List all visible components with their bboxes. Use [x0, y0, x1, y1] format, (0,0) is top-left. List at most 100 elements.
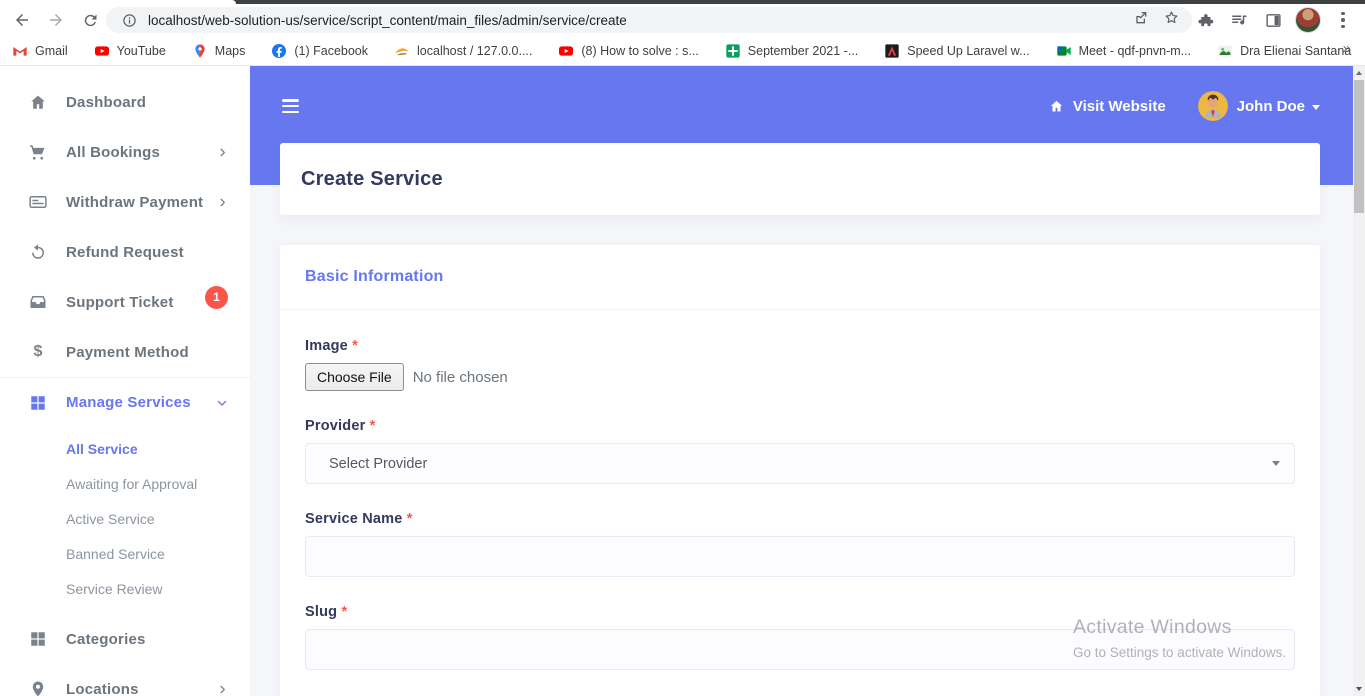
- payment-card-icon: [28, 193, 48, 211]
- bookmarks-bar: Gmail YouTube Maps (1) Facebook localhos…: [0, 36, 1365, 66]
- provider-select-value: Select Provider: [329, 455, 428, 472]
- chevron-down-icon: [216, 397, 228, 409]
- bookmark-howtosolve[interactable]: (8) How to solve : s...: [558, 43, 699, 59]
- slug-field-group: Slug *: [305, 604, 1295, 670]
- section-title: Basic Information: [305, 268, 444, 285]
- back-arrow-icon: [16, 14, 28, 26]
- sidebar-item-withdraw-payment[interactable]: Withdraw Payment: [0, 177, 250, 227]
- chevron-right-icon: [217, 197, 228, 208]
- sidebar-item-label: Support Ticket: [66, 293, 174, 311]
- browser-toolbar: localhost/web-solution-us/service/script…: [0, 4, 1365, 36]
- provider-select[interactable]: Select Provider: [305, 443, 1295, 484]
- bookmark-dra-elienai[interactable]: Dra Elienai Santana: [1217, 43, 1351, 59]
- scrollbar-thumb[interactable]: [1354, 80, 1364, 213]
- scrollbar-up-arrow[interactable]: [1353, 66, 1365, 80]
- hamburger-menu-icon[interactable]: [282, 99, 299, 113]
- sidebar-item-dashboard[interactable]: Dashboard: [0, 77, 250, 127]
- visit-website-link[interactable]: Visit Website: [1048, 98, 1166, 115]
- bookmark-laravel[interactable]: Speed Up Laravel w...: [884, 43, 1030, 59]
- undo-refund-icon: [28, 243, 48, 261]
- page-scrollbar[interactable]: [1353, 66, 1365, 696]
- sidebar-item-payment-method[interactable]: $ Payment Method: [0, 327, 250, 377]
- sidebar-item-label: Manage Services: [66, 394, 191, 411]
- browser-profile-avatar[interactable]: [1295, 7, 1321, 33]
- submenu-item-banned-service[interactable]: Banned Service: [0, 536, 250, 571]
- submenu-item-service-review[interactable]: Service Review: [0, 571, 250, 606]
- choose-file-button[interactable]: Choose File: [305, 363, 404, 391]
- bookmark-label: YouTube: [116, 43, 166, 58]
- youtube-icon: [94, 43, 110, 59]
- bookmarks-overflow-chevron[interactable]: »: [1343, 40, 1351, 57]
- sidebar-item-categories[interactable]: Categories: [0, 614, 250, 664]
- bookmark-youtube[interactable]: YouTube: [94, 43, 166, 59]
- youtube-icon: [558, 43, 574, 59]
- bookmark-september[interactable]: September 2021 -...: [725, 43, 858, 59]
- visit-website-label: Visit Website: [1072, 97, 1166, 115]
- slug-input[interactable]: [305, 629, 1295, 670]
- extensions-puzzle-icon[interactable]: [1193, 8, 1217, 32]
- chevron-right-icon: [217, 147, 228, 158]
- back-button[interactable]: [10, 8, 34, 32]
- required-mark: *: [352, 338, 358, 354]
- submenu-item-all-service[interactable]: All Service: [0, 431, 250, 466]
- reload-button[interactable]: [78, 8, 102, 32]
- provider-label: Provider *: [305, 418, 376, 434]
- media-playlist-icon[interactable]: [1227, 8, 1251, 32]
- laravel-article-icon: [884, 43, 900, 59]
- toolbar-right-cluster: [1193, 4, 1365, 36]
- file-status-text: No file chosen: [412, 368, 508, 386]
- user-menu[interactable]: John Doe: [1237, 98, 1320, 115]
- url-text[interactable]: localhost/web-solution-us/service/script…: [148, 13, 1133, 28]
- bookmark-label: Speed Up Laravel w...: [907, 43, 1030, 58]
- sidebar-item-locations[interactable]: Locations: [0, 664, 250, 696]
- service-name-field-group: Service Name *: [305, 511, 1295, 577]
- facebook-icon: [271, 43, 287, 59]
- google-meet-icon: [1056, 43, 1072, 59]
- submenu-item-active-service[interactable]: Active Service: [0, 501, 250, 536]
- scrollbar-down-arrow[interactable]: [1353, 682, 1365, 696]
- site-info-icon[interactable]: [120, 11, 138, 29]
- bookmark-star-icon[interactable]: [1163, 9, 1180, 31]
- chrome-menu-icon[interactable]: [1331, 8, 1355, 32]
- bookmark-phpmyadmin[interactable]: localhost / 127.0.0....: [394, 43, 532, 59]
- grid-icon: [28, 394, 48, 412]
- sidebar-item-label: Refund Request: [66, 243, 184, 261]
- home-icon: [1050, 100, 1062, 111]
- sidebar: Dashboard All Bookings Withdraw Payment …: [0, 66, 250, 696]
- bookmark-label: (8) How to solve : s...: [581, 43, 699, 58]
- user-avatar[interactable]: [1197, 91, 1228, 121]
- address-bar[interactable]: localhost/web-solution-us/service/script…: [106, 7, 1192, 33]
- site-favicon: [1217, 43, 1233, 59]
- required-mark: *: [341, 604, 348, 620]
- calendar-app-icon: [725, 43, 741, 59]
- submenu-item-awaiting-approval[interactable]: Awaiting for Approval: [0, 466, 250, 501]
- sidebar-item-all-bookings[interactable]: All Bookings: [0, 127, 250, 177]
- page-viewport: Dashboard All Bookings Withdraw Payment …: [0, 66, 1365, 696]
- sidebar-item-refund-request[interactable]: Refund Request: [0, 227, 250, 277]
- service-name-input[interactable]: [305, 536, 1295, 577]
- forward-button[interactable]: [44, 8, 68, 32]
- required-mark: *: [369, 418, 376, 434]
- gmail-icon: [12, 43, 28, 59]
- side-panel-icon[interactable]: [1261, 8, 1285, 32]
- chevron-right-icon: [217, 684, 228, 695]
- home-icon: [28, 93, 48, 111]
- sidebar-item-label: Locations: [66, 680, 139, 696]
- bookmark-label: localhost / 127.0.0....: [417, 43, 533, 58]
- bookmark-gmail[interactable]: Gmail: [12, 43, 68, 59]
- inbox-ticket-icon: [28, 293, 48, 311]
- bookmark-meet[interactable]: Meet - qdf-pnvn-m...: [1056, 43, 1192, 59]
- user-name: John Doe: [1236, 97, 1305, 115]
- sidebar-item-manage-services[interactable]: Manage Services: [0, 377, 250, 427]
- cart-icon: [28, 143, 48, 161]
- provider-field-group: Provider * Select Provider: [305, 418, 1295, 484]
- sidebar-item-support-ticket[interactable]: Support Ticket 1: [0, 277, 250, 327]
- sidebar-item-label: Payment Method: [66, 343, 189, 361]
- bookmark-label: Meet - qdf-pnvn-m...: [1078, 43, 1192, 58]
- bookmark-facebook[interactable]: (1) Facebook: [271, 43, 368, 59]
- share-icon[interactable]: [1133, 10, 1149, 31]
- select-caret-icon: [1272, 461, 1280, 466]
- card-header: Basic Information: [280, 245, 1320, 310]
- sidebar-item-label: Categories: [66, 630, 146, 648]
- bookmark-maps[interactable]: Maps: [192, 43, 245, 59]
